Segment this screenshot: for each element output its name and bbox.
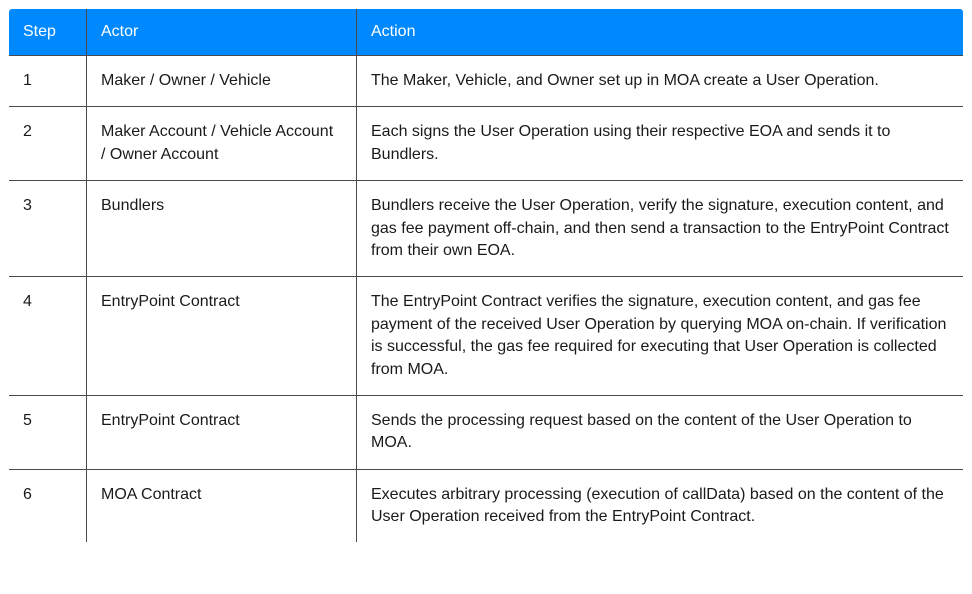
table-row: 2 Maker Account / Vehicle Account / Owne… xyxy=(9,107,964,181)
cell-action: The Maker, Vehicle, and Owner set up in … xyxy=(357,56,964,107)
table-row: 3 Bundlers Bundlers receive the User Ope… xyxy=(9,181,964,277)
cell-action: Each signs the User Operation using thei… xyxy=(357,107,964,181)
cell-action: Sends the processing request based on th… xyxy=(357,395,964,469)
header-action: Action xyxy=(357,9,964,56)
table-row: 5 EntryPoint Contract Sends the processi… xyxy=(9,395,964,469)
header-actor: Actor xyxy=(87,9,357,56)
cell-action: The EntryPoint Contract verifies the sig… xyxy=(357,277,964,396)
cell-step: 4 xyxy=(9,277,87,396)
cell-step: 6 xyxy=(9,469,87,543)
cell-actor: Maker Account / Vehicle Account / Owner … xyxy=(87,107,357,181)
cell-step: 2 xyxy=(9,107,87,181)
cell-actor: EntryPoint Contract xyxy=(87,395,357,469)
cell-step: 1 xyxy=(9,56,87,107)
cell-step: 5 xyxy=(9,395,87,469)
header-step: Step xyxy=(9,9,87,56)
cell-actor: Maker / Owner / Vehicle xyxy=(87,56,357,107)
cell-actor: EntryPoint Contract xyxy=(87,277,357,396)
table-row: 4 EntryPoint Contract The EntryPoint Con… xyxy=(9,277,964,396)
steps-table: Step Actor Action 1 Maker / Owner / Vehi… xyxy=(8,8,964,543)
cell-actor: Bundlers xyxy=(87,181,357,277)
table-row: 6 MOA Contract Executes arbitrary proces… xyxy=(9,469,964,543)
cell-action: Executes arbitrary processing (execution… xyxy=(357,469,964,543)
table-header-row: Step Actor Action xyxy=(9,9,964,56)
cell-actor: MOA Contract xyxy=(87,469,357,543)
cell-action: Bundlers receive the User Operation, ver… xyxy=(357,181,964,277)
table-row: 1 Maker / Owner / Vehicle The Maker, Veh… xyxy=(9,56,964,107)
cell-step: 3 xyxy=(9,181,87,277)
